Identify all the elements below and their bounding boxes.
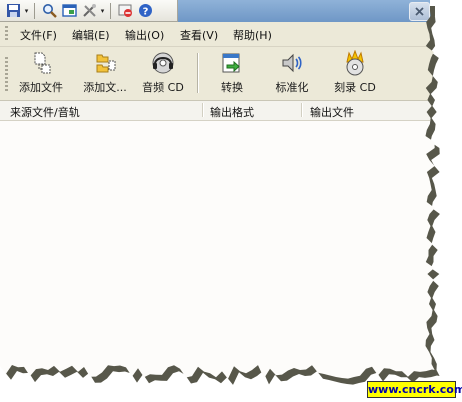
- add-folder-label: 添加文...: [83, 81, 127, 94]
- toolbar-separator: [197, 53, 199, 93]
- menu-grip[interactable]: [5, 26, 8, 42]
- close-button[interactable]: [409, 2, 430, 21]
- svg-text:?: ?: [142, 6, 148, 17]
- toolbar-grip[interactable]: [5, 57, 8, 91]
- normalize-button[interactable]: 标准化: [270, 50, 314, 97]
- separator: [34, 3, 35, 19]
- separator: [110, 3, 111, 19]
- add-folder-button[interactable]: 添加文...: [76, 50, 134, 97]
- convert-icon: [219, 50, 245, 76]
- burn-cd-label: 刻录 CD: [334, 81, 376, 94]
- close-icon: [414, 6, 425, 17]
- tools-dropdown-icon[interactable]: ▾: [99, 2, 106, 20]
- normalize-label: 标准化: [275, 81, 309, 94]
- menu-edit[interactable]: 编辑(E): [72, 27, 110, 43]
- audio-cd-label: 音频 CD: [142, 81, 184, 94]
- menu-help[interactable]: 帮助(H): [233, 27, 272, 43]
- add-file-icon: [28, 50, 54, 76]
- save-dropdown-icon[interactable]: ▾: [23, 2, 30, 20]
- help-icon[interactable]: ?: [136, 2, 154, 20]
- normalize-icon: [279, 50, 305, 76]
- add-file-button[interactable]: 添加文件: [15, 50, 67, 97]
- add-folder-icon: [92, 50, 118, 76]
- burn-cd-icon: [342, 50, 368, 76]
- window-icon[interactable]: [60, 2, 78, 20]
- save-icon[interactable]: [4, 2, 22, 20]
- watermark: www.cncrk.com: [367, 381, 462, 398]
- convert-button[interactable]: 转换: [213, 50, 251, 97]
- menu-file[interactable]: 文件(F): [20, 27, 57, 43]
- menu-view[interactable]: 查看(V): [180, 27, 218, 43]
- add-file-label: 添加文件: [19, 81, 63, 94]
- main-toolbar: 添加文件 添加文... 音频 CD 转换 标准化 刻录 CD: [0, 47, 440, 101]
- quick-access-toolbar: ▾ ▾ ?: [0, 0, 178, 22]
- menu-output[interactable]: 输出(O): [125, 27, 164, 43]
- audio-cd-icon: [150, 50, 176, 76]
- audio-cd-button[interactable]: 音频 CD: [140, 50, 186, 97]
- stop-icon[interactable]: [116, 2, 134, 20]
- menu-bar: 文件(F) 编辑(E) 输出(O) 查看(V) 帮助(H): [0, 22, 440, 47]
- file-list-header: 来源文件/音轨 输出格式 输出文件: [0, 101, 440, 121]
- convert-label: 转换: [221, 81, 243, 94]
- search-icon[interactable]: [40, 2, 58, 20]
- column-output-format[interactable]: 输出格式: [210, 104, 254, 120]
- column-output-file[interactable]: 输出文件: [310, 104, 354, 120]
- file-list[interactable]: [0, 121, 440, 385]
- burn-cd-button[interactable]: 刻录 CD: [330, 50, 380, 97]
- column-divider[interactable]: [301, 103, 303, 117]
- column-divider[interactable]: [202, 103, 204, 117]
- app-window: ▾ ▾ ? 文件(F) 编辑(E) 输出(O) 查看(V) 帮助(H) 添加文件…: [0, 0, 440, 385]
- tools-icon[interactable]: [80, 2, 98, 20]
- title-bar: ▾ ▾ ?: [0, 0, 440, 22]
- column-source[interactable]: 来源文件/音轨: [10, 104, 80, 120]
